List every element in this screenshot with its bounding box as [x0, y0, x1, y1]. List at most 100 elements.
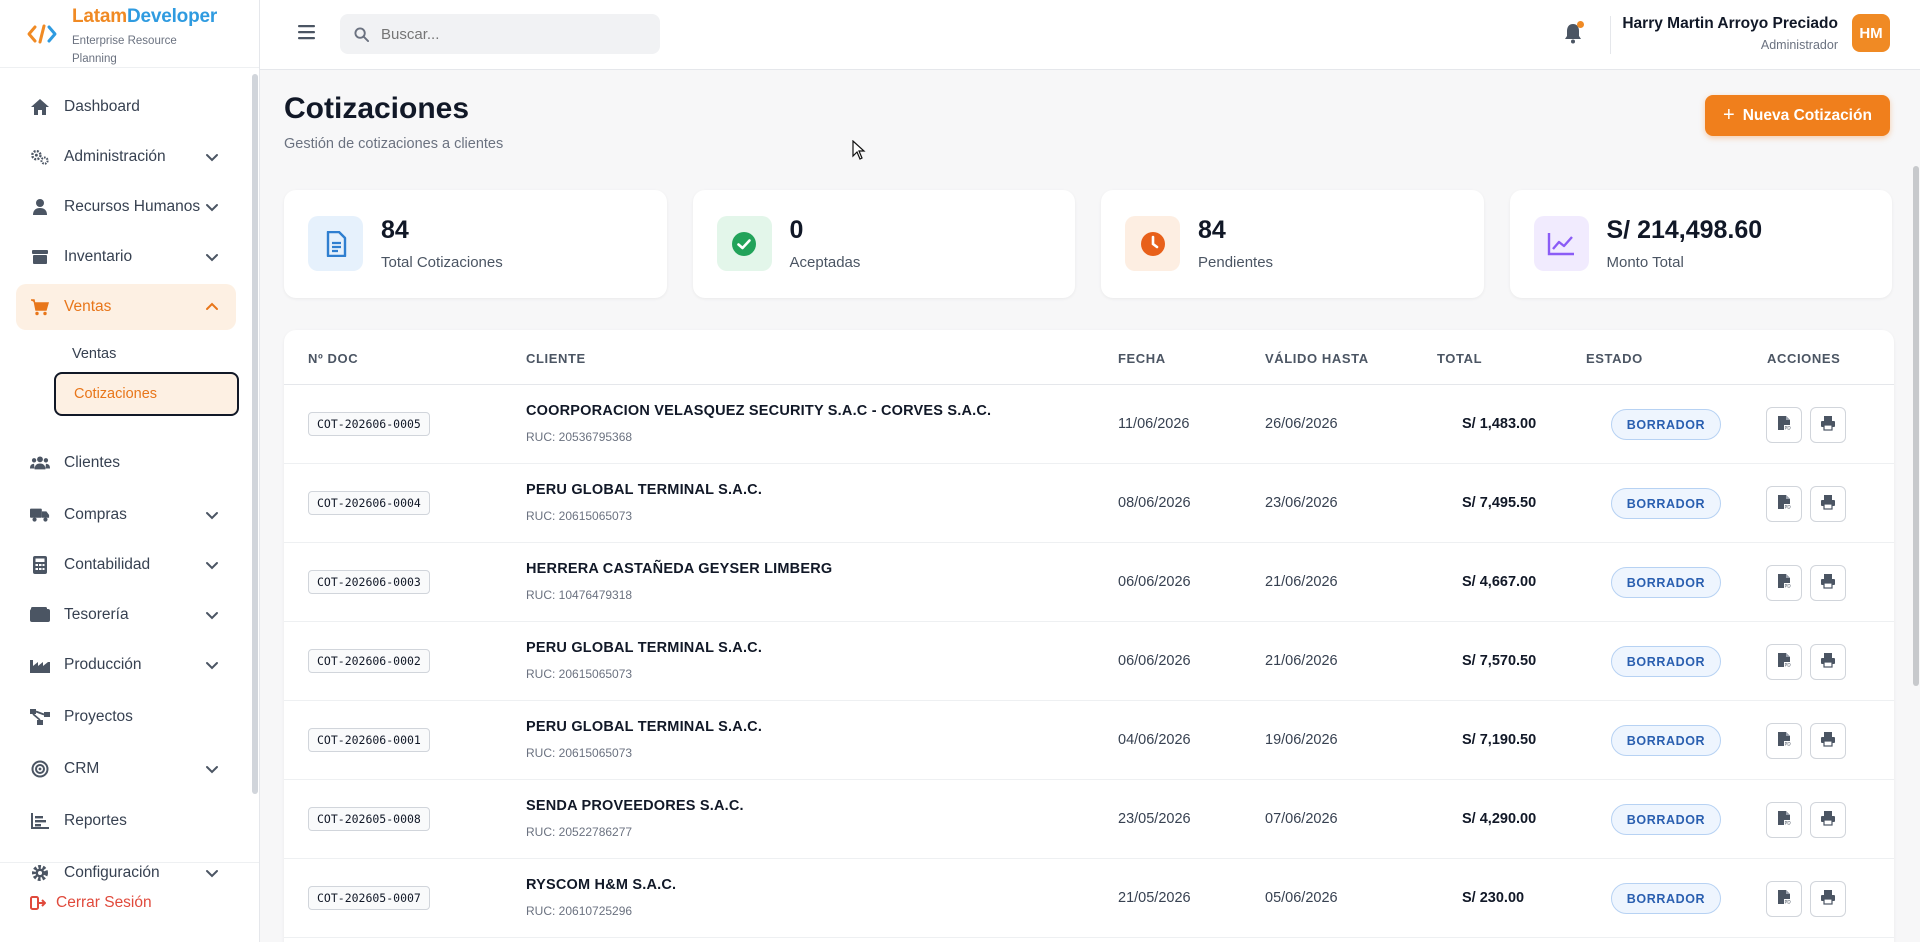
- pdf-button[interactable]: PDF: [1766, 407, 1802, 443]
- avatar[interactable]: HM: [1852, 14, 1890, 52]
- issue-date: 08/06/2026: [1118, 495, 1191, 511]
- pdf-button[interactable]: PDF: [1766, 486, 1802, 522]
- valid-until-date: 05/06/2026: [1265, 890, 1338, 906]
- user-tie-icon: [30, 197, 50, 217]
- new-quote-button[interactable]: + Nueva Cotización: [1705, 95, 1890, 136]
- col-actions: ACCIONES: [1767, 351, 1841, 366]
- svg-text:PDF: PDF: [1785, 583, 1792, 589]
- col-date[interactable]: FECHA: [1118, 351, 1166, 366]
- stat-value: 84: [1198, 216, 1226, 244]
- brand-subtitle: Enterprise Resource Planning: [72, 35, 177, 65]
- sidebar-subitem-cotizaciones[interactable]: Cotizaciones: [54, 372, 239, 416]
- main-scrollbar[interactable]: [1912, 70, 1920, 686]
- stat-value: S/ 214,498.60: [1606, 216, 1763, 244]
- table-row[interactable]: COT-202606-0005 COORPORACION VELASQUEZ SE…: [284, 385, 1894, 464]
- valid-until-date: 26/06/2026: [1265, 416, 1338, 432]
- issue-date: 21/05/2026: [1118, 890, 1191, 906]
- table-row[interactable]: COT-202605-0007 RYSCOM H&M S.A.C. RUC: 206…: [284, 859, 1894, 938]
- print-button[interactable]: [1810, 565, 1846, 601]
- col-status[interactable]: ESTADO: [1586, 351, 1643, 366]
- doc-number: COT-202606-0004: [308, 491, 430, 515]
- pdf-icon: PDF: [1777, 494, 1794, 515]
- valid-until-date: 23/06/2026: [1265, 495, 1338, 511]
- col-doc[interactable]: Nº DOC: [308, 351, 358, 366]
- client-name: HERRERA CASTAÑEDA GEYSER LIMBERG: [526, 561, 833, 577]
- doc-number: COT-202606-0001: [308, 728, 430, 752]
- doc-number: COT-202605-0008: [308, 807, 430, 831]
- sidebar-item-label: Dashboard: [64, 98, 140, 115]
- pdf-button[interactable]: PDF: [1766, 644, 1802, 680]
- issue-date: 06/06/2026: [1118, 574, 1191, 590]
- print-icon: [1820, 494, 1836, 515]
- pdf-button[interactable]: PDF: [1766, 565, 1802, 601]
- diagram-icon: [30, 707, 50, 727]
- brand[interactable]: LatamDeveloper Enterprise Resource Plann…: [0, 0, 259, 68]
- user-name[interactable]: Harry Martin Arroyo Preciado: [1622, 15, 1838, 33]
- sidebar-item-crm[interactable]: CRM: [16, 746, 236, 792]
- table-body: COT-202606-0005 COORPORACION VELASQUEZ SE…: [284, 385, 1894, 938]
- logout-button[interactable]: Cerrar Sesión: [0, 862, 259, 942]
- print-button[interactable]: [1810, 881, 1846, 917]
- search-input[interactable]: [381, 25, 641, 43]
- sidebar-subitem-ventas[interactable]: Ventas: [54, 332, 238, 376]
- sidebar-item-label: Contabilidad: [64, 556, 151, 573]
- bar-chart-icon: [30, 811, 50, 831]
- svg-text:PDF: PDF: [1785, 820, 1792, 826]
- sidebar-item-proyectos[interactable]: Proyectos: [16, 694, 236, 740]
- gears-icon: [30, 147, 50, 167]
- scrollbar-thumb[interactable]: [1913, 166, 1919, 686]
- print-icon: [1820, 652, 1836, 673]
- total-amount-card: S/ 214,498.60 Monto Total: [1509, 190, 1892, 298]
- print-button[interactable]: [1810, 723, 1846, 759]
- print-button[interactable]: [1810, 802, 1846, 838]
- print-button[interactable]: [1810, 486, 1846, 522]
- col-client[interactable]: CLIENTE: [526, 351, 586, 366]
- stat-label: Total Cotizaciones: [381, 254, 503, 271]
- doc-number: COT-202605-0007: [308, 886, 430, 910]
- pdf-icon: PDF: [1777, 731, 1794, 752]
- sidebar-item-dashboard[interactable]: Dashboard: [16, 84, 236, 130]
- col-valid-until[interactable]: VÁLIDO HASTA: [1265, 351, 1369, 366]
- svg-text:PDF: PDF: [1785, 425, 1792, 431]
- svg-text:PDF: PDF: [1785, 899, 1792, 905]
- sidebar-item-clientes[interactable]: Clientes: [16, 440, 236, 486]
- pdf-button[interactable]: PDF: [1766, 881, 1802, 917]
- table-row[interactable]: COT-202606-0001 PERU GLOBAL TERMINAL S.A.…: [284, 701, 1894, 780]
- sidebar-item-reportes[interactable]: Reportes: [16, 798, 236, 844]
- client-name: SENDA PROVEEDORES S.A.C.: [526, 798, 744, 814]
- search-box: [340, 14, 660, 54]
- pdf-button[interactable]: PDF: [1766, 802, 1802, 838]
- menu-toggle-icon[interactable]: [296, 22, 318, 42]
- sidebar-item-recursos-humanos[interactable]: Recursos Humanos: [16, 184, 236, 230]
- print-button[interactable]: [1810, 644, 1846, 680]
- sidebar-item-administracion[interactable]: Administración: [16, 134, 236, 180]
- status-badge: BORRADOR: [1611, 646, 1721, 677]
- pdf-icon: PDF: [1777, 889, 1794, 910]
- table-row[interactable]: COT-202606-0002 PERU GLOBAL TERMINAL S.A.…: [284, 622, 1894, 701]
- print-button[interactable]: [1810, 407, 1846, 443]
- sidebar-item-tesoreria[interactable]: Tesorería: [16, 592, 236, 638]
- chevron-down-icon: [206, 254, 218, 262]
- sidebar-item-inventario[interactable]: Inventario: [16, 234, 236, 280]
- notification-dot: [1577, 21, 1584, 28]
- line-chart-icon: [1533, 216, 1589, 271]
- pending-card: 84 Pendientes: [1101, 190, 1484, 298]
- notifications-button[interactable]: [1563, 21, 1584, 44]
- table-row[interactable]: COT-202606-0004 PERU GLOBAL TERMINAL S.A.…: [284, 464, 1894, 543]
- sidebar-scrollbar[interactable]: [252, 74, 258, 794]
- table-header: Nº DOC CLIENTE FECHA VÁLIDO HASTA TOTAL …: [284, 330, 1894, 385]
- pdf-button[interactable]: PDF: [1766, 723, 1802, 759]
- sidebar-item-contabilidad[interactable]: Contabilidad: [16, 542, 236, 588]
- table-row[interactable]: COT-202605-0008 SENDA PROVEEDORES S.A.C. R…: [284, 780, 1894, 859]
- client-ruc: RUC: 10476479318: [526, 588, 633, 602]
- check-circle-icon: [716, 216, 772, 271]
- valid-until-date: 07/06/2026: [1265, 811, 1338, 827]
- sidebar-item-produccion[interactable]: Producción: [16, 642, 236, 688]
- accepted-card: 0 Aceptadas: [692, 190, 1075, 298]
- table-row[interactable]: COT-202606-0003 HERRERA CASTAÑEDA GEYSER …: [284, 543, 1894, 622]
- sidebar-item-ventas[interactable]: Ventas: [16, 284, 236, 330]
- issue-date: 11/06/2026: [1118, 416, 1190, 432]
- sidebar-item-compras[interactable]: Compras: [16, 492, 236, 538]
- client-name: PERU GLOBAL TERMINAL S.A.C.: [526, 719, 763, 735]
- col-total[interactable]: TOTAL: [1437, 351, 1482, 366]
